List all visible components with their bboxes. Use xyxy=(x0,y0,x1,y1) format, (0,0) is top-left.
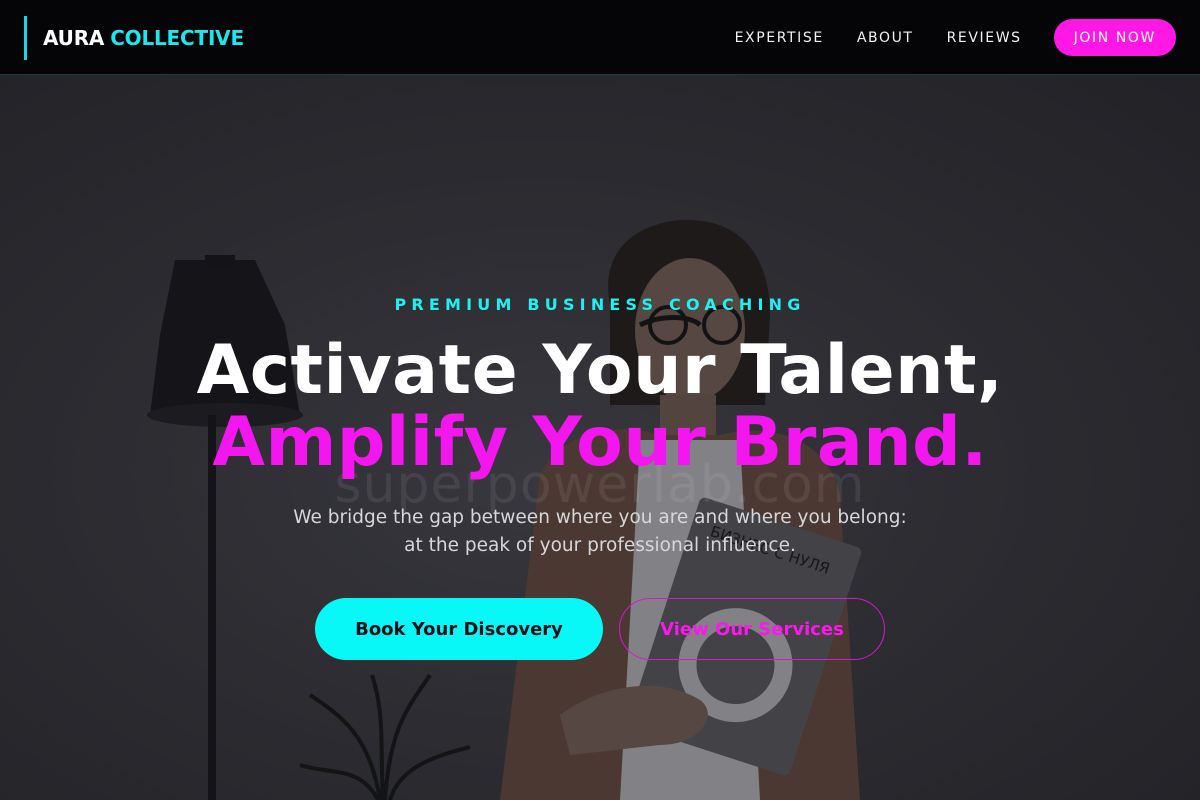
view-services-button[interactable]: View Our Services xyxy=(619,598,885,660)
hero-subtitle-line1: We bridge the gap between where you are … xyxy=(293,507,907,528)
hero-eyebrow: PREMIUM BUSINESS COACHING xyxy=(394,295,806,314)
nav-link-reviews[interactable]: REVIEWS xyxy=(947,30,1022,46)
hero-subtitle: We bridge the gap between where you are … xyxy=(0,504,1200,560)
hero-headline-line1: Activate Your Talent, xyxy=(196,331,1004,410)
nav-menu: EXPERTISE ABOUT REVIEWS JOIN NOW xyxy=(735,19,1176,56)
book-discovery-button[interactable]: Book Your Discovery xyxy=(315,598,603,660)
hero-cta-row: Book Your Discovery View Our Services xyxy=(315,598,885,660)
nav-link-expertise[interactable]: EXPERTISE xyxy=(735,30,824,46)
brand-name-first: AURA xyxy=(43,26,105,50)
hero-headline-line2: Amplify Your Brand. xyxy=(212,403,988,482)
hero-subtitle-line2: at the peak of your professional influen… xyxy=(404,535,796,556)
join-now-button[interactable]: JOIN NOW xyxy=(1053,19,1176,56)
hero-section: БИЗНЕС С НУЛЯ PREMIUM BUSINESS COACHING … xyxy=(0,75,1200,800)
top-navbar: AURA COLLECTIVE EXPERTISE ABOUT REVIEWS … xyxy=(0,0,1200,75)
nav-link-about[interactable]: ABOUT xyxy=(857,30,914,46)
brand-logo[interactable]: AURA COLLECTIVE xyxy=(24,16,244,60)
brand-name-second: COLLECTIVE xyxy=(110,26,244,50)
